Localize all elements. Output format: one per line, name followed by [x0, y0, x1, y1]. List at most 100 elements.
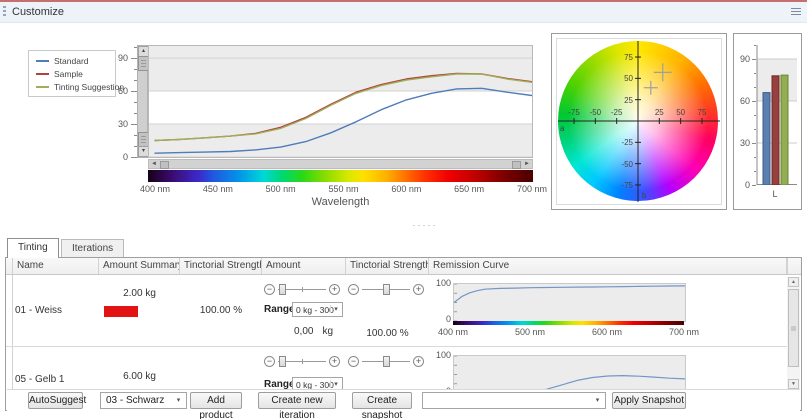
apply-snapshot-button[interactable]: Apply Snapshot: [612, 392, 686, 409]
b-axis-letter: b: [642, 191, 646, 200]
amount-summary-value: 2.00 kg: [99, 288, 180, 299]
legend-color-dash: [36, 86, 49, 88]
minus-icon[interactable]: −: [348, 284, 359, 295]
autosuggest-button[interactable]: AutoSuggest: [28, 392, 83, 409]
table-header: Name Amount Summary Tinctorial Strength …: [6, 258, 801, 275]
minus-icon[interactable]: −: [348, 356, 359, 367]
scrollbar-thumb[interactable]: [788, 289, 799, 367]
axis-tick-label: 0: [745, 180, 750, 190]
plus-icon[interactable]: +: [413, 356, 424, 367]
axis-tick-label: -75: [621, 181, 633, 190]
tinctorial-summary-cell: 100.00 %: [180, 275, 262, 346]
chevron-down-icon: ▾: [173, 396, 184, 404]
slider-track[interactable]: [362, 289, 410, 290]
slider-thumb[interactable]: [279, 284, 286, 295]
scrollbar-pin[interactable]: [512, 161, 521, 169]
lab-axis-labels: -75-50-25255075755025-25-50-75ab: [557, 39, 721, 204]
axis-tick-label: 700 nm: [669, 327, 699, 337]
plus-icon[interactable]: +: [329, 356, 340, 367]
slider-thumb[interactable]: [383, 284, 390, 295]
scroll-down-icon[interactable]: ▼: [788, 379, 799, 389]
axis-tick-label: 75: [624, 53, 633, 62]
table-row[interactable]: 01 - Weiss 2.00 kg 100.00 % −: [6, 275, 787, 347]
scroll-up-icon[interactable]: ▲: [788, 277, 799, 287]
axis-tick-label: 400 nm: [438, 327, 468, 337]
tinctorial-strength-cell: − + 100.00 %: [346, 275, 429, 346]
axis-tick-label: -25: [611, 108, 623, 117]
amount-value: 0,00kg: [294, 326, 333, 337]
column-header-tinctorial-strength[interactable]: Tinctorial Strength: [346, 258, 429, 274]
horizontal-zoom-scrollbar[interactable]: ◄ ►: [148, 159, 533, 169]
slider-thumb[interactable]: [383, 356, 390, 367]
x-axis-title: Wavelength: [148, 196, 533, 208]
plus-icon[interactable]: +: [329, 284, 340, 295]
axis-tick-label: 30: [118, 119, 128, 129]
legend-label: Standard: [54, 56, 89, 66]
axis-tick-label: 450 nm: [203, 184, 233, 194]
splitter-grip-icon[interactable]: ·····: [395, 222, 455, 228]
amount-summary-cell: 2.00 kg: [99, 275, 180, 346]
minus-icon[interactable]: −: [264, 284, 275, 295]
axis-tick-label: 30: [740, 138, 750, 148]
drag-grip-icon[interactable]: [3, 6, 6, 18]
axis-tick-label: 60: [118, 86, 128, 96]
amount-slider[interactable]: − +: [264, 283, 340, 297]
plus-icon[interactable]: +: [413, 284, 424, 295]
tinting-table-panel: Name Amount Summary Tinctorial Strength …: [5, 257, 802, 411]
remission-spectrum-strip: [453, 321, 684, 325]
axis-tick-label: -50: [621, 160, 633, 169]
tinctorial-strength-slider[interactable]: − +: [348, 355, 424, 369]
slider-track[interactable]: [278, 361, 326, 362]
slider-thumb[interactable]: [279, 356, 286, 367]
slider-track[interactable]: [278, 289, 326, 290]
title-bar: Customize: [0, 0, 807, 23]
tinctorial-strength-value: 100.00 %: [346, 328, 429, 339]
product-select[interactable]: 03 - Schwarz ▾: [100, 392, 187, 409]
column-header-name[interactable]: Name: [13, 258, 99, 274]
axis-tick-label: 550 nm: [328, 184, 358, 194]
spectral-chart-x-axis: 400 nm450 nm500 nm550 nm600 nm650 nm700 …: [149, 184, 532, 194]
lightness-chart-y-axis: 0306090: [733, 33, 753, 210]
remission-x-axis: 400 nm500 nm600 nm700 nm: [453, 327, 684, 337]
scrollbar-pin[interactable]: [160, 161, 169, 169]
axis-tick-label: 90: [740, 54, 750, 64]
menu-icon[interactable]: [791, 8, 801, 16]
column-header-amount[interactable]: Amount: [262, 258, 346, 274]
header-gutter: [6, 258, 13, 274]
window-title: Customize: [12, 6, 64, 18]
amount-slider[interactable]: − +: [264, 355, 340, 369]
scroll-right-icon[interactable]: ►: [524, 160, 530, 168]
axis-tick-label: 75: [698, 108, 707, 117]
tinctorial-strength-slider[interactable]: − +: [348, 283, 424, 297]
tab-iterations[interactable]: Iterations: [61, 239, 124, 257]
minus-icon[interactable]: −: [264, 356, 275, 367]
tab-tinting[interactable]: Tinting: [7, 238, 59, 258]
add-product-button[interactable]: Add product: [190, 392, 242, 409]
slider-track[interactable]: [362, 361, 410, 362]
lightness-axis-label: L: [753, 189, 797, 199]
column-header-tinctorial-strength-summary[interactable]: Tinctorial Strength Su...: [180, 258, 262, 274]
axis-tick-label: 90: [118, 53, 128, 63]
axis-tick-label: -25: [621, 138, 633, 147]
spectral-chart-plot: [148, 45, 533, 158]
table-scrollbar[interactable]: ▲ ▼: [787, 277, 800, 389]
axis-tick-label: 0: [123, 152, 128, 162]
vertical-zoom-scrollbar[interactable]: ▴ ▾: [137, 45, 148, 158]
create-new-iteration-button[interactable]: Create new iteration: [258, 392, 336, 409]
column-header-amount-summary[interactable]: Amount Summary: [99, 258, 180, 274]
lightness-bar-chart: [753, 45, 797, 185]
wavelength-spectrum-strip: [148, 170, 533, 182]
axis-tick-label: -50: [590, 108, 602, 117]
chevron-down-icon: ▾: [592, 396, 603, 404]
a-axis-letter: a: [560, 124, 564, 133]
range-select[interactable]: 0 kg - 300 ▾: [292, 302, 343, 317]
axis-tick-label: 700 nm: [517, 184, 547, 194]
axis-tick-label: 400 nm: [140, 184, 170, 194]
create-snapshot-button[interactable]: Create snapshot: [352, 392, 412, 409]
scroll-left-icon[interactable]: ◄: [151, 160, 157, 168]
snapshot-select[interactable]: ▾: [422, 392, 606, 409]
column-header-remission-curve[interactable]: Remission Curve: [429, 258, 787, 274]
remission-curve-cell: 1000 400 nm500 nm600 nm700 nm: [429, 275, 787, 346]
legend-color-dash: [36, 73, 49, 75]
slider-center-tick: [302, 287, 303, 292]
